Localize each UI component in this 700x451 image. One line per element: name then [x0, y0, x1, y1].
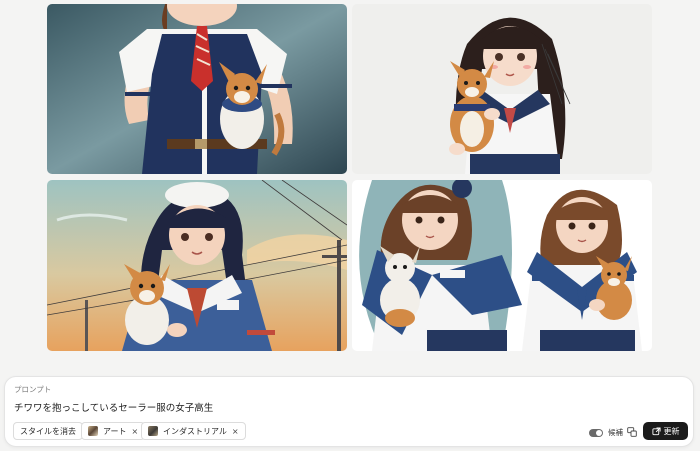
update-button-label: 更新 [663, 426, 680, 436]
prompt-panel: プロンプト チワワを抱っこしているセーラー服の女子高生 スタイルを消去 アート … [4, 376, 694, 447]
generated-image-4-art [352, 180, 652, 351]
generated-image-3[interactable] [47, 180, 347, 351]
generated-image-1[interactable] [47, 4, 347, 174]
generated-image-4[interactable] [352, 180, 652, 351]
clear-style-button[interactable]: スタイルを消去 [13, 422, 83, 440]
style-chip-art[interactable]: アート × [81, 422, 146, 440]
style-chip-industrial[interactable]: インダストリアル × [141, 422, 246, 440]
art-style-thumbnail [88, 426, 98, 436]
generated-image-1-art [47, 4, 347, 174]
prompt-input[interactable]: チワワを抱っこしているセーラー服の女子高生 [14, 400, 213, 414]
external-link-icon [651, 426, 661, 435]
toggle-knob [596, 430, 602, 436]
close-icon[interactable]: × [232, 427, 239, 436]
clear-style-label: スタイルを消去 [20, 426, 76, 436]
update-button[interactable]: 更新 [643, 422, 688, 440]
candidates-icon[interactable] [627, 427, 637, 437]
candidates-label: 候補 [608, 428, 623, 437]
industrial-style-thumbnail [148, 426, 158, 436]
generated-image-2-art [352, 4, 652, 174]
prompt-label: プロンプト [14, 385, 52, 394]
close-icon[interactable]: × [132, 427, 139, 436]
style-chip-industrial-label: インダストリアル [163, 426, 227, 436]
generated-image-3-art [47, 180, 347, 351]
style-chip-art-label: アート [103, 426, 127, 436]
image-generator-page: プロンプト チワワを抱っこしているセーラー服の女子高生 スタイルを消去 アート … [0, 0, 700, 451]
candidates-toggle[interactable] [589, 429, 603, 437]
generated-image-2[interactable] [352, 4, 652, 174]
